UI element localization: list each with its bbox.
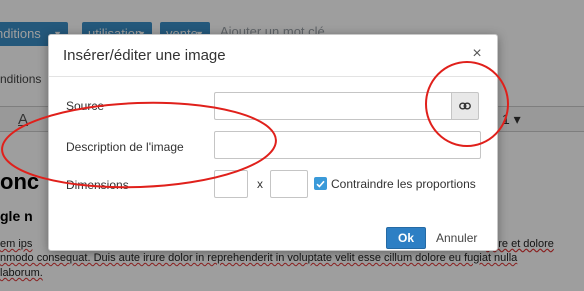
checkmark-icon xyxy=(316,180,325,188)
dialog-divider xyxy=(49,76,497,77)
link-icon xyxy=(459,102,471,110)
description-input[interactable] xyxy=(214,131,481,159)
height-input[interactable] xyxy=(270,170,308,198)
width-input[interactable] xyxy=(214,170,248,198)
dimension-separator: x xyxy=(257,177,263,191)
source-label: Source xyxy=(66,99,105,113)
close-icon[interactable]: × xyxy=(469,45,485,63)
description-label: Description de l'image xyxy=(66,140,184,154)
dimensions-label: Dimensions xyxy=(66,178,129,192)
browse-button[interactable] xyxy=(451,92,479,120)
constrain-checkbox[interactable] xyxy=(314,177,327,190)
constrain-label[interactable]: Contraindre les proportions xyxy=(331,177,476,191)
ok-button[interactable]: Ok xyxy=(386,227,426,249)
source-input[interactable] xyxy=(214,92,451,120)
insert-image-dialog: Insérer/éditer une image × Source Descri… xyxy=(48,34,498,251)
dialog-title: Insérer/éditer une image xyxy=(63,47,226,64)
cancel-button[interactable]: Annuler xyxy=(436,227,477,249)
